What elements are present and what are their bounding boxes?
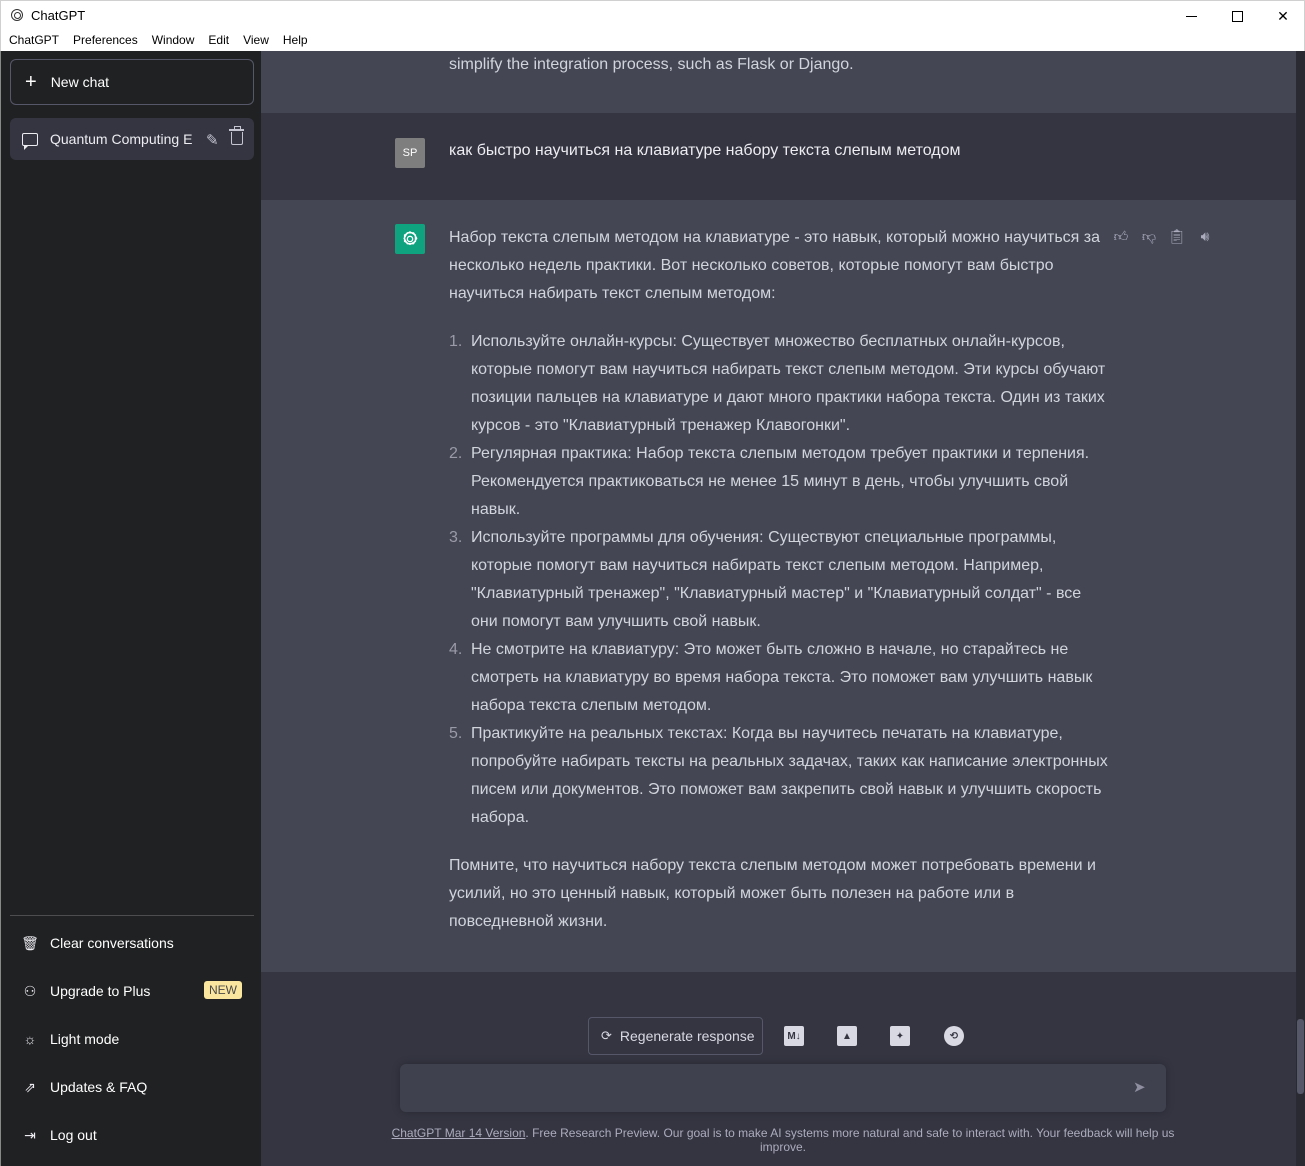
sidebar: + New chat Quantum Computing E ✎ 🗑︎ Clea… — [0, 51, 261, 1166]
close-button[interactable]: ✕ — [1260, 1, 1305, 31]
list-item-text: Используйте программы для обучения: Суще… — [471, 529, 1082, 630]
minimize-icon — [1185, 15, 1197, 17]
pdf-icon[interactable]: ✦ — [890, 1026, 910, 1046]
minimize-button[interactable] — [1168, 1, 1214, 31]
image-icon[interactable]: ▲ — [837, 1026, 857, 1046]
user-avatar: SP — [395, 138, 425, 168]
list-item: 5. Практикуйте на реальных текстах: Когда… — [449, 720, 1109, 832]
list-item-text: Используйте онлайн-курсы: Существует мно… — [471, 333, 1106, 434]
clear-conversations-link[interactable]: 🗑︎ Clear conversations — [10, 921, 254, 965]
assistant-outro: Помните, что научиться набору текста сле… — [449, 857, 1096, 930]
sync-icon[interactable]: ⟲ — [944, 1026, 964, 1046]
assistant-tips-list: 1. Используйте онлайн-курсы: Существует м… — [449, 328, 1109, 832]
version-link[interactable]: ChatGPT Mar 14 Version — [392, 1126, 526, 1140]
sidebar-chat-item[interactable]: Quantum Computing E ✎ — [10, 118, 254, 160]
list-item-text: Практикуйте на реальных текстах: Когда в… — [471, 725, 1108, 826]
updates-faq-label: Updates & FAQ — [50, 1079, 148, 1095]
user-icon: ⚇ — [23, 982, 37, 999]
sidebar-divider — [10, 915, 254, 916]
list-number: 2. — [449, 445, 463, 462]
new-chat-button[interactable]: + New chat — [10, 59, 254, 105]
chat-item-label: Quantum Computing E — [50, 131, 193, 147]
updates-faq-link[interactable]: ⇗ Updates & FAQ — [10, 1065, 254, 1109]
list-number: 5. — [449, 725, 463, 742]
window-title: ChatGPT — [31, 8, 86, 23]
menu-help[interactable]: Help — [276, 30, 315, 51]
openai-logo-icon — [403, 231, 418, 246]
speaker-icon[interactable]: 🔊︎ — [1197, 228, 1213, 244]
regenerate-label: Regenerate response — [619, 1028, 755, 1044]
logout-icon: ⇥ — [24, 1126, 36, 1143]
log-out-link[interactable]: ⇥ Log out — [10, 1113, 254, 1157]
trash-icon: 🗑︎ — [21, 934, 39, 951]
assistant-message-body: Набор текста слепым методом на клавиатур… — [449, 224, 1109, 936]
list-item-text: Регулярная практика: Набор текста слепым… — [471, 445, 1090, 518]
assistant-message-previous: simplify the integration process, such a… — [261, 51, 1296, 113]
edit-pencil-icon[interactable]: ✎ — [206, 131, 219, 149]
scrollbar-thumb[interactable] — [1297, 1019, 1304, 1094]
assistant-avatar — [395, 224, 425, 254]
list-number: 3. — [449, 529, 463, 546]
plus-icon: + — [25, 71, 37, 93]
maximize-icon — [1231, 10, 1243, 22]
sun-icon: ☼ — [23, 1031, 37, 1047]
message-input[interactable] — [414, 1076, 1114, 1100]
menu-view[interactable]: View — [236, 30, 276, 51]
send-icon[interactable]: ➤ — [1133, 1080, 1149, 1096]
upgrade-plus-link[interactable]: ⚇ Upgrade to Plus NEW — [10, 969, 254, 1013]
regenerate-response-button[interactable]: ⟳ Regenerate response — [588, 1017, 763, 1055]
message-input-box: ➤ — [400, 1064, 1166, 1112]
light-mode-label: Light mode — [50, 1031, 120, 1047]
menu-bar: ChatGPT Preferences Window Edit View Hel… — [0, 30, 1305, 51]
menu-preferences[interactable]: Preferences — [66, 30, 145, 51]
chatgpt-logo-icon — [11, 9, 23, 21]
list-item: 4. Не смотрите на клавиатуру: Это может б… — [449, 636, 1109, 720]
message-actions: 👍︎ 👎︎ 📋︎ 🔊︎ — [1113, 228, 1213, 244]
maximize-button[interactable] — [1214, 1, 1260, 31]
list-number: 1. — [449, 333, 463, 350]
chat-bubble-icon — [22, 132, 38, 150]
user-message-text: как быстро научиться на клавиатуре набор… — [449, 142, 961, 159]
delete-trash-icon[interactable] — [229, 126, 244, 145]
close-icon: ✕ — [1277, 7, 1289, 24]
previous-message-text: simplify the integration process, such a… — [449, 56, 854, 73]
conversation-area: simplify the integration process, such a… — [261, 51, 1305, 1166]
list-number: 4. — [449, 641, 463, 658]
title-bar: ChatGPT ✕ — [0, 0, 1305, 30]
upgrade-plus-label: Upgrade to Plus — [50, 983, 151, 999]
menu-chatgpt[interactable]: ChatGPT — [2, 30, 66, 51]
assistant-intro: Набор текста слепым методом на клавиатур… — [449, 229, 1101, 302]
footer-disclaimer: ChatGPT Mar 14 Version. Free Research Pr… — [375, 1126, 1191, 1154]
list-item: 3. Используйте программы для обучения: Су… — [449, 524, 1109, 636]
footer-text: . Free Research Preview. Our goal is to … — [525, 1126, 1175, 1154]
menu-window[interactable]: Window — [145, 30, 202, 51]
external-link-icon: ⇗ — [24, 1078, 36, 1095]
thumbs-down-icon[interactable]: 👎︎ — [1141, 228, 1157, 244]
menu-edit[interactable]: Edit — [201, 30, 236, 51]
scrollbar[interactable] — [1296, 51, 1305, 1166]
new-badge: NEW — [204, 981, 242, 999]
list-item-text: Не смотрите на клавиатуру: Это может быт… — [471, 641, 1093, 714]
light-mode-link[interactable]: ☼ Light mode — [10, 1017, 254, 1061]
clipboard-icon[interactable]: 📋︎ — [1168, 228, 1186, 244]
thumbs-up-icon[interactable]: 👍︎ — [1113, 228, 1129, 244]
markdown-icon[interactable]: M↓ — [784, 1026, 804, 1046]
refresh-icon: ⟳ — [601, 1028, 612, 1043]
clear-conversations-label: Clear conversations — [50, 935, 174, 951]
list-item: 1. Используйте онлайн-курсы: Существует м… — [449, 328, 1109, 440]
list-item: 2. Регулярная практика: Набор текста слеп… — [449, 440, 1109, 524]
new-chat-label: New chat — [50, 74, 110, 90]
log-out-label: Log out — [50, 1127, 97, 1143]
